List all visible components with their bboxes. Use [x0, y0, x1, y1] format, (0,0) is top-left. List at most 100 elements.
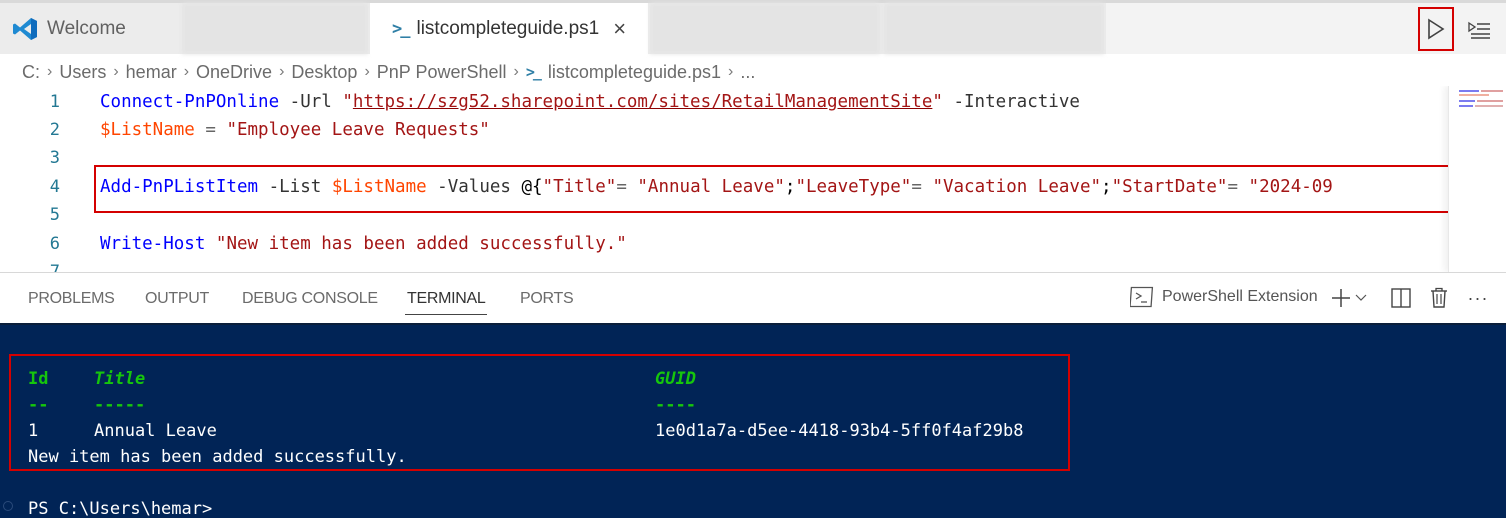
- minimap-line: [1459, 100, 1475, 102]
- tab-blurred[interactable]: [650, 3, 880, 54]
- breadcrumb-separator: ›: [279, 63, 285, 80]
- breadcrumb-separator: ›: [513, 63, 519, 80]
- code-token-url[interactable]: https://szg52.sharepoint.com/sites/Retai…: [353, 92, 932, 112]
- code-token-str: "Employee Leave Requests": [226, 120, 490, 140]
- powershell-file-icon: >_: [525, 63, 542, 81]
- kill-terminal-button[interactable]: [1426, 285, 1452, 311]
- plus-icon: [1332, 289, 1350, 307]
- tab-problems[interactable]: PROBLEMS: [28, 290, 115, 308]
- terminal-icon: [1130, 286, 1154, 308]
- code-token-op: =: [616, 177, 638, 197]
- code-token-str: ": [932, 92, 943, 112]
- code-token-param: -Url: [279, 92, 343, 112]
- minimap-line: [1481, 90, 1503, 92]
- tab-debug-console[interactable]: DEBUG CONSOLE: [242, 290, 378, 308]
- line-number: 7: [49, 262, 60, 272]
- line-number: 2: [49, 120, 60, 140]
- code-token-str: "Title": [542, 177, 617, 197]
- breadcrumb-separator: ›: [183, 63, 190, 80]
- tab-welcome-label: Welcome: [47, 17, 126, 39]
- active-tab-indicator: [405, 314, 487, 315]
- tab-ports[interactable]: PORTS: [520, 290, 574, 308]
- code-line[interactable]: 3: [0, 144, 1420, 172]
- terminal[interactable]: Id Title GUID -- ----- ---- 1 Annual Lea…: [0, 323, 1506, 519]
- tab-terminal[interactable]: TERMINAL: [407, 290, 486, 308]
- trash-icon: [1431, 287, 1447, 308]
- code-text: $ListName = "Employee Leave Requests": [100, 120, 490, 140]
- minimap-line: [1459, 94, 1489, 96]
- launch-profile-dropdown[interactable]: [1353, 285, 1369, 311]
- code-token-op: =: [911, 177, 933, 197]
- breadcrumb-item[interactable]: OneDrive: [196, 62, 272, 83]
- line-number: 1: [49, 92, 60, 112]
- code-token-var: $ListName: [100, 120, 195, 140]
- minimap-line: [1475, 105, 1503, 107]
- code-token-cmd: Write-Host: [100, 234, 206, 254]
- breadcrumb-item[interactable]: Desktop: [291, 62, 357, 83]
- code-token-str: "New item has been added successfully.": [215, 234, 627, 254]
- tab-listcompleteguide[interactable]: >_ listcompleteguide.ps1 ×: [370, 3, 648, 54]
- code-editor[interactable]: 1 Connect-PnPOnline -Url "https://szg52.s…: [0, 86, 1506, 272]
- code-token-str: "Annual Leave": [637, 177, 785, 197]
- breadcrumb-separator: ›: [728, 63, 734, 80]
- code-text: Write-Host "New item has been added succ…: [100, 234, 627, 254]
- minimap-line: [1459, 90, 1479, 92]
- minimap-line: [1459, 105, 1473, 107]
- line-number: 5: [49, 205, 60, 225]
- code-token-op: =: [1227, 177, 1249, 197]
- code-token-str: "2024-09: [1248, 177, 1333, 197]
- run-button[interactable]: [1418, 7, 1454, 51]
- terminal-name: PowerShell Extension: [1162, 288, 1318, 305]
- split-terminal-button[interactable]: [1388, 285, 1414, 311]
- terminal-instance-selector[interactable]: PowerShell Extension: [1130, 286, 1318, 308]
- breadcrumb-separator: ›: [47, 63, 53, 80]
- code-line[interactable]: 6 Write-Host "New item has been added suc…: [0, 230, 1420, 258]
- minimap[interactable]: [1448, 86, 1506, 272]
- new-terminal-button[interactable]: [1328, 285, 1354, 311]
- tab-blurred[interactable]: [182, 3, 368, 54]
- tab-output[interactable]: OUTPUT: [145, 290, 209, 308]
- editor-tab-bar: Welcome >_ listcompleteguide.ps1 ×: [0, 0, 1506, 54]
- line-number: 4: [49, 177, 60, 197]
- code-line[interactable]: 7: [0, 258, 1420, 272]
- tab-welcome[interactable]: Welcome: [0, 3, 180, 54]
- close-icon[interactable]: ×: [613, 16, 626, 42]
- more-actions-icon[interactable]: ···: [1465, 285, 1491, 311]
- code-line[interactable]: 5: [0, 201, 1420, 229]
- code-line[interactable]: 1 Connect-PnPOnline -Url "https://szg52.s…: [0, 88, 1420, 116]
- highlight-annotation: [9, 354, 1070, 471]
- code-token-plain: @{: [521, 177, 543, 197]
- breadcrumb-item[interactable]: hemar: [126, 62, 177, 83]
- code-token-str: "LeaveType": [795, 177, 912, 197]
- code-token-plain: ;: [784, 177, 796, 197]
- code-token-param: -Interactive: [942, 92, 1080, 112]
- code-token-param: -List: [258, 177, 332, 197]
- code-token-str: "StartDate": [1111, 177, 1228, 197]
- breadcrumb-separator: ›: [113, 63, 119, 80]
- breadcrumb-item[interactable]: C:: [22, 62, 40, 83]
- breadcrumb-item[interactable]: ...: [740, 62, 755, 83]
- breadcrumb-item[interactable]: PnP PowerShell: [377, 62, 507, 83]
- code-line[interactable]: 4 Add-PnPListItem -List $ListName -Values…: [0, 173, 1420, 201]
- play-icon: [1428, 18, 1445, 40]
- breadcrumb-item[interactable]: listcompleteguide.ps1: [548, 62, 721, 83]
- breadcrumb-separator: ›: [364, 63, 370, 80]
- code-token-cmd: Connect-PnPOnline: [100, 92, 280, 112]
- code-line[interactable]: 2 $ListName = "Employee Leave Requests": [0, 116, 1420, 144]
- minimap-line: [1477, 100, 1503, 102]
- code-token-str: ": [342, 92, 353, 112]
- split-icon: [1391, 288, 1411, 308]
- run-selection-icon: [1468, 21, 1490, 39]
- line-number: 6: [49, 234, 60, 254]
- command-decoration-icon[interactable]: [3, 501, 13, 511]
- chevron-down-icon: [1355, 294, 1367, 301]
- tab-active-label: listcompleteguide.ps1: [416, 17, 600, 39]
- run-selection-button[interactable]: [1464, 15, 1494, 45]
- tab-blurred[interactable]: [884, 3, 1104, 54]
- code-token-cmd: Add-PnPListItem: [100, 177, 259, 197]
- code-token-param: -Values: [426, 177, 522, 197]
- line-number: 3: [49, 148, 60, 168]
- breadcrumb-item[interactable]: Users: [59, 62, 106, 83]
- breadcrumb: C: › Users › hemar › OneDrive › Desktop …: [22, 58, 755, 86]
